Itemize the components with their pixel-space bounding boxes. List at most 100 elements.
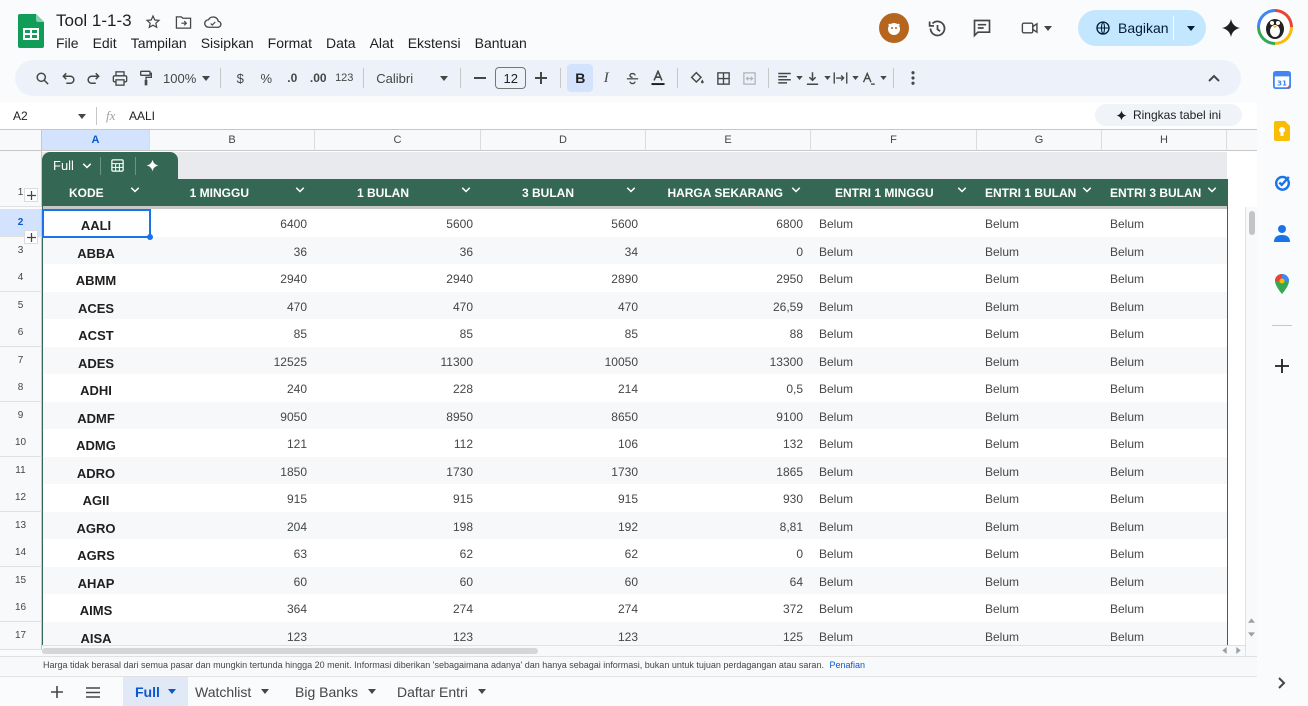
cell-kode[interactable]: ACST <box>42 322 150 349</box>
table-header-1-minggu[interactable]: 1 MINGGU <box>150 179 315 206</box>
menu-help[interactable]: Bantuan <box>475 35 527 51</box>
cell-3-bulan[interactable]: 62 <box>481 540 646 567</box>
add-row-icon[interactable] <box>24 188 38 202</box>
cell-entri-3-bulan[interactable]: Belum <box>1102 210 1227 237</box>
cell-entri-1-minggu[interactable]: Belum <box>811 540 977 567</box>
share-button[interactable]: Bagikan <box>1078 10 1206 46</box>
chevron-down-icon[interactable] <box>295 187 305 193</box>
star-icon[interactable] <box>144 13 162 31</box>
redo-button[interactable] <box>81 64 107 92</box>
menu-data[interactable]: Data <box>326 35 356 51</box>
vertical-scroll-thumb[interactable] <box>1248 211 1255 235</box>
cell-entri-1-minggu[interactable]: Belum <box>811 375 977 402</box>
chevron-right-icon[interactable] <box>1271 672 1293 694</box>
cell-entri-1-bulan[interactable]: Belum <box>977 348 1102 375</box>
cell-3-bulan[interactable]: 5600 <box>481 210 646 237</box>
menu-tools[interactable]: Alat <box>370 35 394 51</box>
row-number[interactable]: 15 <box>0 567 42 595</box>
column-header-h[interactable]: H <box>1102 130 1227 151</box>
select-all-corner[interactable] <box>0 130 42 151</box>
cell-entri-1-bulan[interactable]: Belum <box>977 320 1102 347</box>
cell-1-bulan[interactable]: 274 <box>315 595 481 622</box>
cell-1-bulan[interactable]: 198 <box>315 513 481 540</box>
cell-kode[interactable]: ADMF <box>42 405 150 432</box>
menu-edit[interactable]: Edit <box>93 35 117 51</box>
cell-kode[interactable]: AALI <box>42 212 150 239</box>
cell-kode[interactable]: ADHI <box>42 377 150 404</box>
cell-1-minggu[interactable]: 60 <box>150 568 315 595</box>
row-number[interactable]: 4 <box>0 264 42 292</box>
undo-button[interactable] <box>55 64 81 92</box>
cell-harga-sekarang[interactable]: 1865 <box>646 458 811 485</box>
cell-entri-3-bulan[interactable]: Belum <box>1102 348 1227 375</box>
all-sheets-icon[interactable] <box>84 683 102 701</box>
chevron-down-icon[interactable] <box>626 187 636 193</box>
calendar-icon[interactable]: 31 <box>1271 69 1293 91</box>
tasks-icon[interactable] <box>1271 171 1293 193</box>
cell-1-minggu[interactable]: 204 <box>150 513 315 540</box>
column-header-e[interactable]: E <box>646 130 811 151</box>
cell-1-bulan[interactable]: 36 <box>315 238 481 265</box>
cell-3-bulan[interactable]: 192 <box>481 513 646 540</box>
sheet-tab-big-banks[interactable]: Big Banks <box>283 677 388 706</box>
cell-entri-1-minggu[interactable]: Belum <box>811 430 977 457</box>
table-header-3-bulan[interactable]: 3 BULAN <box>481 179 646 206</box>
cell-harga-sekarang[interactable]: 0 <box>646 540 811 567</box>
cell-harga-sekarang[interactable]: 2950 <box>646 265 811 292</box>
column-header-a[interactable]: A <box>42 130 150 151</box>
text-wrap-button[interactable] <box>831 64 859 92</box>
cell-entri-1-minggu[interactable]: Belum <box>811 238 977 265</box>
cell-harga-sekarang[interactable]: 372 <box>646 595 811 622</box>
cell-harga-sekarang[interactable]: 26,59 <box>646 293 811 320</box>
column-header-g[interactable]: G <box>977 130 1102 151</box>
keep-icon[interactable] <box>1271 120 1293 142</box>
cell-entri-1-minggu[interactable]: Belum <box>811 595 977 622</box>
move-folder-icon[interactable] <box>174 13 192 31</box>
cell-kode[interactable]: ABMM <box>42 267 150 294</box>
zoom-select[interactable]: 100% <box>159 64 214 92</box>
cell-entri-1-bulan[interactable]: Belum <box>977 265 1102 292</box>
menu-format[interactable]: Format <box>268 35 312 51</box>
cell-harga-sekarang[interactable]: 0 <box>646 238 811 265</box>
strikethrough-button[interactable] <box>619 64 645 92</box>
more-options-button[interactable] <box>900 64 926 92</box>
cell-kode[interactable]: AHAP <box>42 570 150 597</box>
currency-format-button[interactable]: $ <box>227 64 253 92</box>
cell-entri-3-bulan[interactable]: Belum <box>1102 293 1227 320</box>
doc-title[interactable]: Tool 1-1-3 <box>56 11 132 31</box>
cell-harga-sekarang[interactable]: 64 <box>646 568 811 595</box>
cell-harga-sekarang[interactable]: 0,5 <box>646 375 811 402</box>
table-header-entri-3-bulan[interactable]: ENTRI 3 BULAN <box>1102 179 1227 206</box>
font-size-increase-button[interactable] <box>528 64 554 92</box>
cell-entri-1-bulan[interactable]: Belum <box>977 568 1102 595</box>
cell-3-bulan[interactable]: 915 <box>481 485 646 512</box>
menu-insert[interactable]: Sisipkan <box>201 35 254 51</box>
row-number[interactable]: 17 <box>0 622 42 650</box>
cell-1-minggu[interactable]: 9050 <box>150 403 315 430</box>
cell-1-bulan[interactable]: 470 <box>315 293 481 320</box>
cell-1-bulan[interactable]: 62 <box>315 540 481 567</box>
merge-cells-button[interactable] <box>736 64 762 92</box>
chevron-down-icon[interactable] <box>477 689 486 694</box>
summarize-table-button[interactable]: Ringkas tabel ini <box>1095 104 1242 126</box>
cell-1-minggu[interactable]: 121 <box>150 430 315 457</box>
cell-harga-sekarang[interactable]: 930 <box>646 485 811 512</box>
search-menus-button[interactable] <box>29 64 55 92</box>
cell-kode[interactable]: ADRO <box>42 460 150 487</box>
scroll-down-icon[interactable] <box>1248 632 1255 637</box>
row-number[interactable]: 5 <box>0 292 42 320</box>
cell-harga-sekarang[interactable]: 6800 <box>646 210 811 237</box>
cell-3-bulan[interactable]: 106 <box>481 430 646 457</box>
cell-3-bulan[interactable]: 85 <box>481 320 646 347</box>
comments-icon[interactable] <box>971 17 993 39</box>
collapse-toolbar-button[interactable] <box>1201 64 1227 92</box>
cell-3-bulan[interactable]: 470 <box>481 293 646 320</box>
row-number[interactable]: 12 <box>0 484 42 512</box>
cell-entri-1-minggu[interactable]: Belum <box>811 458 977 485</box>
chevron-down-icon[interactable] <box>78 114 86 119</box>
menu-view[interactable]: Tampilan <box>131 35 187 51</box>
chevron-down-icon[interactable] <box>167 689 176 694</box>
fill-color-button[interactable] <box>684 64 710 92</box>
cell-1-bulan[interactable]: 60 <box>315 568 481 595</box>
cell-entri-1-minggu[interactable]: Belum <box>811 265 977 292</box>
